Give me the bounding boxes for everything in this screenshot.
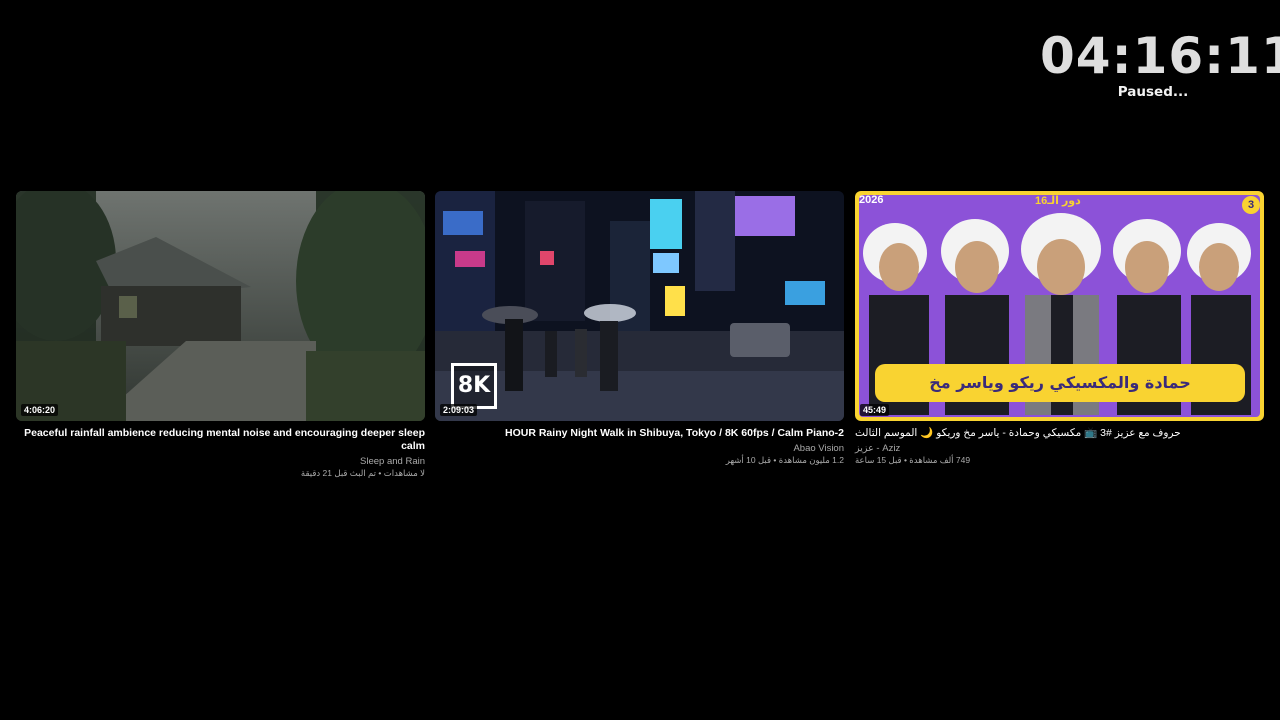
playback-status: Paused... [1117, 84, 1189, 100]
8k-badge: 8K [451, 363, 497, 409]
video-stats: 1.2 مليون مشاهدة • قبل 10 أشهر [725, 455, 844, 465]
video-meta: HOUR Rainy Night Walk in Shibuya, Tokyo … [435, 421, 844, 466]
video-title[interactable]: HOUR Rainy Night Walk in Shibuya, Tokyo … [435, 427, 844, 440]
forest-cabin-thumbnail-image [16, 191, 425, 421]
clock-time: 04:16:11 [1040, 27, 1280, 85]
video-card-rainfall[interactable]: 4:06:20 Peaceful rainfall ambience reduc… [16, 191, 425, 479]
video-thumbnail[interactable]: 4:06:20 [16, 191, 425, 421]
episode-number: 3 [1242, 196, 1260, 214]
clock-widget: 04:16:11 Paused... [1040, 26, 1280, 100]
video-card-huroof[interactable]: 2026 دور الـ16 3 حمادة والمكسيكي ريكو وي… [855, 191, 1264, 466]
video-stats: لا مشاهدات • تم البث قبل 21 دقيقة [300, 468, 425, 478]
video-duration: 45:49 [860, 404, 890, 416]
year-tag: 2026 [859, 194, 884, 206]
thumbnail-banner-text: حمادة والمكسيكي ريكو وياسر مخ [929, 373, 1191, 392]
page: 04:16:11 Paused... 4:06:20 Peaceful rain… [0, 0, 1280, 720]
video-duration: 4:06:20 [21, 404, 59, 416]
video-title[interactable]: Peaceful rainfall ambience reducing ment… [16, 427, 425, 453]
channel-name[interactable]: Sleep and Rain [16, 456, 425, 468]
video-meta: Peaceful rainfall ambience reducing ment… [16, 421, 425, 479]
video-thumbnail[interactable]: 8K 2:09:03 [435, 191, 844, 421]
video-meta: حروف مع عزيز #3 📺 مكسيكي وحمادة - ياسر م… [855, 421, 1264, 466]
channel-name[interactable]: Abao Vision [435, 443, 844, 455]
video-thumbnail[interactable]: 2026 دور الـ16 3 حمادة والمكسيكي ريكو وي… [855, 191, 1264, 421]
video-stats: 749 ألف مشاهدة • قبل 15 ساعة [855, 455, 971, 465]
channel-name[interactable]: Aziz - عزيز [855, 443, 1264, 455]
video-duration: 2:09:03 [440, 404, 478, 416]
video-title[interactable]: حروف مع عزيز #3 📺 مكسيكي وحمادة - ياسر م… [855, 427, 1264, 440]
round-tag: دور الـ16 [1035, 195, 1081, 207]
video-card-shibuya[interactable]: 8K 2:09:03 HOUR Rainy Night Walk in Shib… [435, 191, 844, 466]
